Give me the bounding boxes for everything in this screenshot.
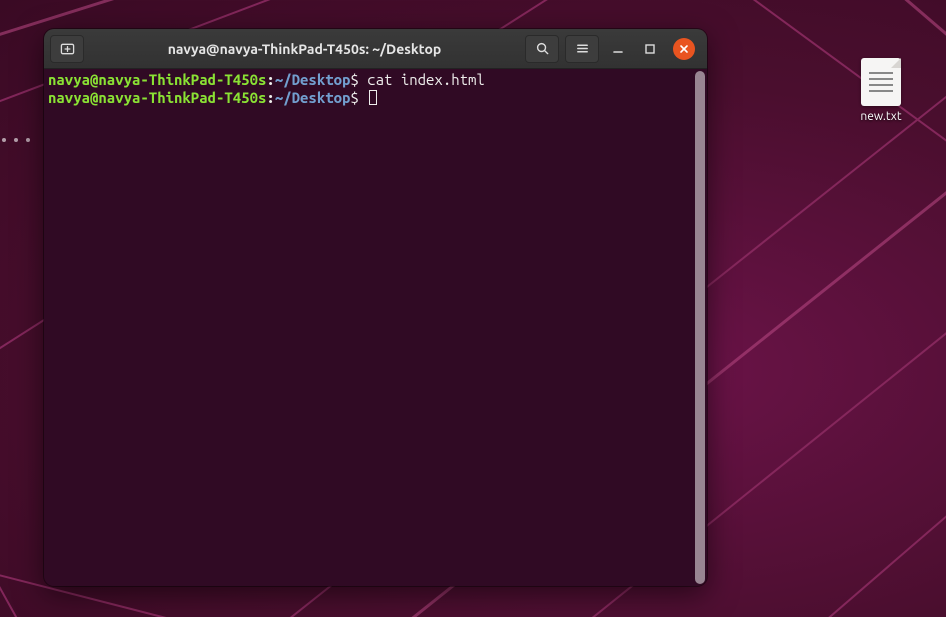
prompt-dollar: $ [350,89,367,106]
terminal-window[interactable]: navya@navya-ThinkPad-T450s: ~/Desktop [44,29,707,586]
terminal-scrollbar[interactable] [695,71,705,584]
new-tab-icon [60,41,75,56]
close-icon [679,44,689,54]
new-tab-button[interactable] [50,35,84,63]
maximize-icon [644,43,656,55]
terminal-body[interactable]: navya@navya-ThinkPad-T450s:~/Desktop$ ca… [44,69,707,586]
desktop-file-new-txt[interactable]: new.txt [846,58,916,123]
window-title: navya@navya-ThinkPad-T450s: ~/Desktop [90,41,519,57]
command-text: cat index.html [367,71,485,88]
terminal-line: navya@navya-ThinkPad-T450s:~/Desktop$ [48,89,703,107]
minimize-icon [612,43,624,55]
prompt-colon: : [266,89,274,106]
menu-button[interactable] [565,35,599,63]
close-button[interactable] [673,38,695,60]
window-titlebar[interactable]: navya@navya-ThinkPad-T450s: ~/Desktop [44,29,707,69]
maximize-button[interactable] [641,40,659,58]
prompt-path: ~/Desktop [275,71,351,88]
prompt-dollar: $ [350,71,367,88]
cursor-icon [369,90,377,105]
text-file-icon [861,58,901,106]
window-controls [605,38,701,60]
desktop-file-label: new.txt [846,110,916,123]
search-button[interactable] [525,35,559,63]
prompt-user: navya@navya-ThinkPad-T450s [48,89,266,106]
search-icon [535,41,550,56]
prompt-user: navya@navya-ThinkPad-T450s [48,71,266,88]
minimize-button[interactable] [609,40,627,58]
edge-dots-decoration [0,138,30,142]
hamburger-icon [575,41,590,56]
desktop-wallpaper: new.txt navya@navya-ThinkPad-T450s: ~/De… [0,0,946,617]
prompt-path: ~/Desktop [275,89,351,106]
terminal-line: navya@navya-ThinkPad-T450s:~/Desktop$ ca… [48,71,703,89]
prompt-colon: : [266,71,274,88]
